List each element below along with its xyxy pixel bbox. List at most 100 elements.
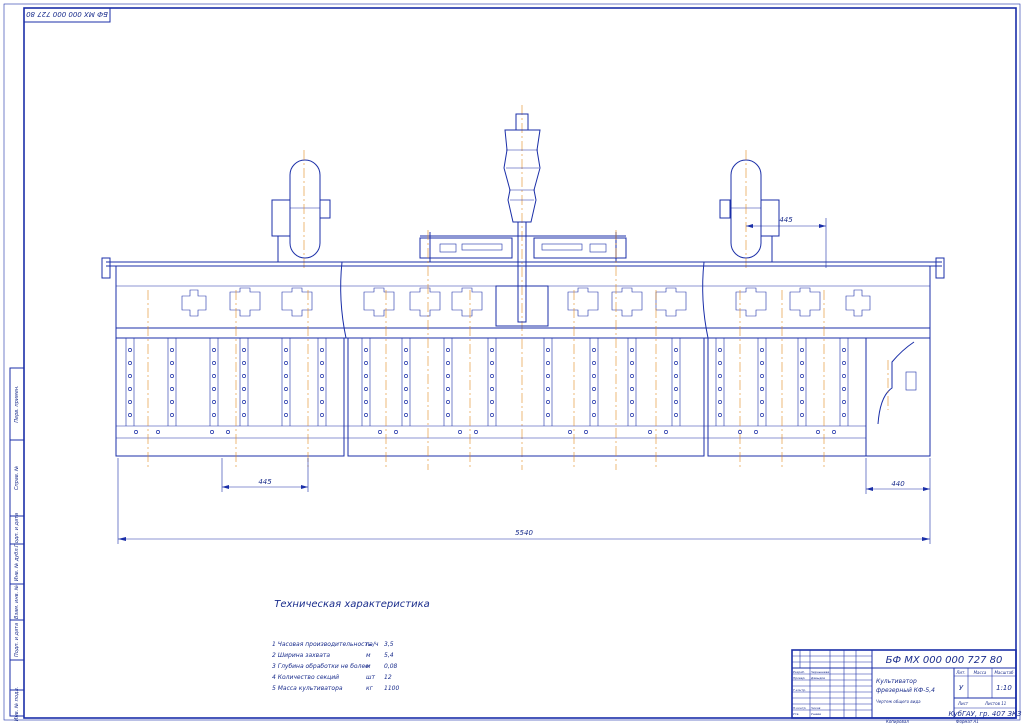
- outer-border: [3, 3, 1021, 721]
- bolt-hole: [320, 400, 324, 404]
- bolt-hole: [760, 348, 764, 352]
- bolt-hole: [446, 413, 450, 417]
- spec-value: 1100: [384, 685, 399, 692]
- bolt-hole: [404, 387, 408, 391]
- bolt-hole: [212, 413, 216, 417]
- bolt-hole: [226, 430, 230, 434]
- bolt-hole: [242, 400, 246, 404]
- bolt-hole: [212, 374, 216, 378]
- svg-text:Чертеж общего вида: Чертеж общего вида: [876, 699, 921, 704]
- bolt-hole: [364, 361, 368, 365]
- dim-section-pitch: 445: [221, 458, 309, 492]
- bolt-hole: [592, 387, 596, 391]
- svg-text:БФ МХ 000 000 727 80: БФ МХ 000 000 727 80: [26, 10, 108, 18]
- bolt-hole: [284, 361, 288, 365]
- svg-text:Масштаб: Масштаб: [994, 670, 1014, 675]
- spec-unit: м: [366, 663, 371, 670]
- bolt-hole: [630, 374, 634, 378]
- bolt-hole: [490, 348, 494, 352]
- bolt-hole: [674, 400, 678, 404]
- bolt-hole: [718, 413, 722, 417]
- bolt-hole: [546, 400, 550, 404]
- bolt-hole: [128, 361, 132, 365]
- bolt-hole: [170, 374, 174, 378]
- svg-text:Взам. инв. №: Взам. инв. №: [14, 585, 20, 619]
- spec-unit: га/ч: [366, 641, 379, 648]
- bolt-hole: [128, 348, 132, 352]
- bolt-hole: [490, 387, 494, 391]
- bolt-hole: [546, 387, 550, 391]
- bolt-hole: [394, 430, 398, 434]
- bolt-hole: [212, 400, 216, 404]
- bolt-hole: [242, 361, 246, 365]
- bolt-hole: [170, 400, 174, 404]
- bolt-hole: [490, 413, 494, 417]
- bolt-hole: [446, 374, 450, 378]
- bolt-hole: [718, 400, 722, 404]
- bolt-hole: [630, 387, 634, 391]
- svg-text:У: У: [959, 684, 964, 692]
- bolt-hole: [212, 387, 216, 391]
- spec-unit: шт: [366, 674, 375, 681]
- dim-wheel-offset: 445: [746, 216, 827, 268]
- rotor-housing: [115, 337, 931, 457]
- bolt-hole: [284, 387, 288, 391]
- bolt-hole: [320, 361, 324, 365]
- bolt-hole: [664, 430, 668, 434]
- bolt-hole: [156, 430, 160, 434]
- right-support-wheel: [719, 150, 780, 268]
- bolt-hole: [630, 400, 634, 404]
- spec-value: 5,4: [384, 652, 394, 659]
- bolt-hole: [404, 374, 408, 378]
- bolt-hole: [760, 374, 764, 378]
- svg-text:Подп. и дата: Подп. и дата: [14, 513, 20, 547]
- bolt-hole: [212, 348, 216, 352]
- bolt-hole: [674, 413, 678, 417]
- bolt-hole: [404, 348, 408, 352]
- bolt-hole: [490, 361, 494, 365]
- svg-text:Т.контр.: Т.контр.: [793, 688, 806, 692]
- bolt-hole: [320, 348, 324, 352]
- bolt-hole: [404, 413, 408, 417]
- bolt-hole: [842, 361, 846, 365]
- bolt-hole: [546, 374, 550, 378]
- svg-text:Чернышева: Чернышева: [811, 670, 829, 674]
- bolt-hole: [800, 374, 804, 378]
- bolt-hole: [568, 430, 572, 434]
- cultivator-drawing: 5540 445 440 445: [101, 105, 945, 544]
- bolt-hole: [474, 430, 478, 434]
- svg-text:Листов 11: Листов 11: [984, 701, 1006, 706]
- spec-value: 12: [384, 674, 392, 681]
- bolt-hole: [364, 387, 368, 391]
- bolt-hole: [800, 413, 804, 417]
- bolt-hole: [674, 374, 678, 378]
- svg-text:Лист: Лист: [957, 701, 969, 706]
- bolt-hole: [718, 387, 722, 391]
- bolt-hole: [490, 400, 494, 404]
- left-side-strip: Перв. примен. Справ. № Подп. и дата Инв.…: [9, 367, 25, 721]
- svg-text:фрезерный КФ-5,4: фрезерный КФ-5,4: [876, 687, 935, 694]
- svg-text:Разраб.: Разраб.: [793, 670, 805, 674]
- bolt-hole: [364, 413, 368, 417]
- svg-text:Культиватор: Культиватор: [876, 678, 917, 685]
- bolt-hole: [674, 387, 678, 391]
- bolt-hole: [170, 361, 174, 365]
- bolt-hole: [800, 361, 804, 365]
- bolt-hole: [674, 348, 678, 352]
- title-code: БФ МХ 000 000 727 80: [886, 655, 1003, 666]
- bolt-hole: [446, 348, 450, 352]
- bolt-hole: [446, 400, 450, 404]
- svg-text:Справ. №: Справ. №: [14, 466, 20, 490]
- bolt-hole: [754, 430, 758, 434]
- bolt-hole: [842, 400, 846, 404]
- svg-text:Провер.: Провер.: [793, 676, 806, 680]
- bolt-hole: [378, 430, 382, 434]
- bolt-hole: [842, 387, 846, 391]
- bolt-hole: [546, 413, 550, 417]
- bolt-hole: [364, 374, 368, 378]
- svg-text:КубГАУ, гр. 407 ЗКЗ: КубГАУ, гр. 407 ЗКЗ: [949, 710, 1022, 718]
- bolt-hole: [128, 413, 132, 417]
- bolt-hole: [842, 374, 846, 378]
- svg-text:5540: 5540: [515, 529, 533, 537]
- svg-text:Копировал: Копировал: [886, 719, 909, 724]
